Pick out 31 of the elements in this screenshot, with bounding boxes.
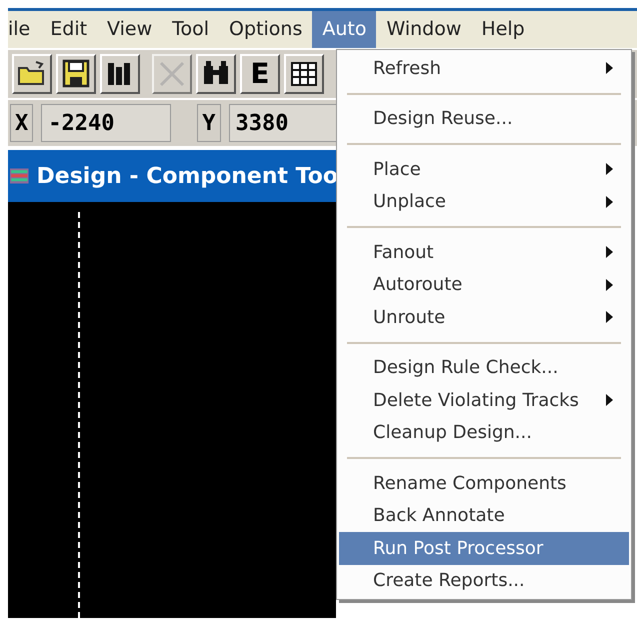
menu-item[interactable]: Unroute — [339, 301, 629, 334]
menu-bar-item[interactable]: ile — [8, 11, 40, 48]
toolbar-button[interactable] — [12, 54, 52, 94]
toolbar-button[interactable] — [100, 54, 140, 94]
coordinate-field[interactable]: -2240 — [41, 104, 172, 142]
menu-item[interactable]: Fanout — [339, 236, 629, 268]
menu-bar-item[interactable]: View — [97, 11, 162, 48]
menu-item[interactable]: Run Post Processor — [339, 532, 629, 564]
menu-bar-item[interactable]: Edit — [40, 11, 98, 48]
menu-bar-item[interactable]: Tool — [162, 11, 220, 48]
window-title: Design - Component Too — [36, 162, 338, 190]
menu-item[interactable]: Cleanup Design... — [339, 416, 629, 449]
menu-bar-item[interactable]: Auto — [312, 11, 376, 48]
menu-item[interactable]: Create Reports... — [339, 564, 629, 597]
toolbar-button[interactable] — [56, 54, 96, 94]
menu-item[interactable]: Back Annotate — [339, 500, 629, 532]
menu-bar-item[interactable]: Options — [219, 11, 312, 48]
menu-item[interactable]: Design Rule Check... — [339, 352, 629, 384]
menu-item[interactable]: Rename Components — [339, 467, 629, 500]
menu-item[interactable]: Place — [339, 153, 629, 186]
toolbar-button[interactable]: E — [240, 54, 280, 94]
menu-bar-item[interactable]: Window — [376, 11, 472, 48]
toolbar-button[interactable] — [196, 54, 236, 94]
toolbar-button[interactable] — [284, 54, 324, 94]
menu-bar-item[interactable]: Help — [471, 11, 535, 48]
coordinate-label: Y — [197, 104, 220, 142]
coordinate-label: X — [10, 104, 34, 142]
menu-item[interactable]: Autoroute — [339, 268, 629, 301]
menu-item[interactable]: Delete Violating Tracks — [339, 384, 629, 416]
menu-item[interactable]: Unplace — [339, 186, 629, 218]
menu-item[interactable]: Refresh — [339, 52, 629, 84]
